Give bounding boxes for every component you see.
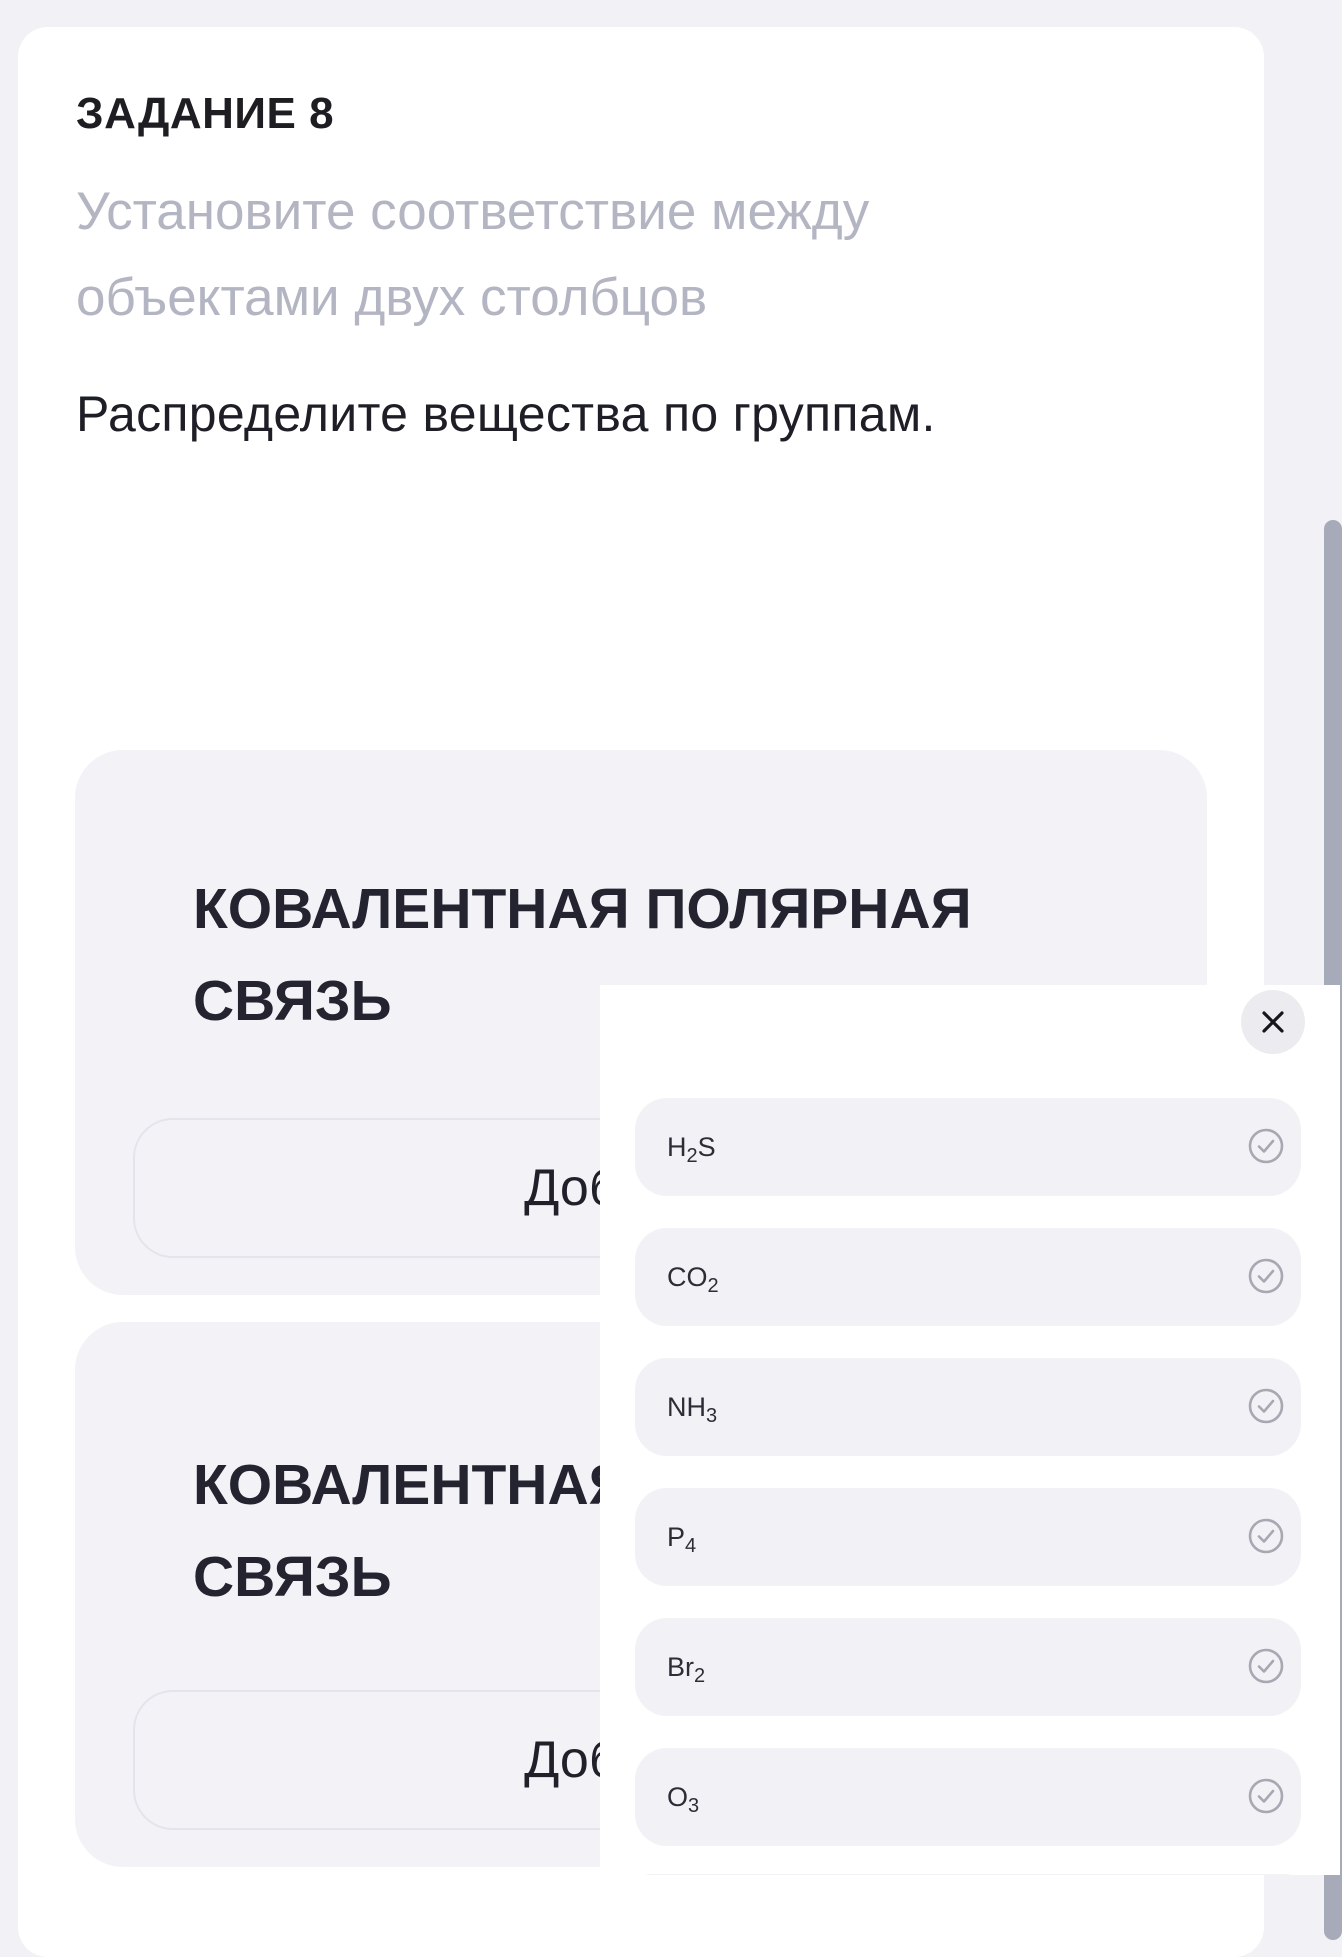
- substance-formula: P4: [667, 1522, 697, 1557]
- check-circle-icon: [1248, 1388, 1284, 1424]
- task-instruction: Установите соответствие между объектами …: [76, 182, 870, 327]
- task-number: ЗАДАНИЕ 8: [76, 89, 335, 138]
- substance-formula: NH3: [667, 1392, 718, 1427]
- next-option-peek: [635, 1874, 1301, 1875]
- check-circle-icon: [1248, 1778, 1284, 1814]
- substance-option[interactable]: CO2: [635, 1228, 1301, 1326]
- check-circle-icon: [1248, 1128, 1284, 1164]
- substance-option[interactable]: O3: [635, 1748, 1301, 1846]
- substance-formula: H2S: [667, 1132, 716, 1167]
- close-icon: [1262, 1011, 1284, 1033]
- check-circle-icon: [1248, 1648, 1284, 1684]
- task-prompt: Распределите вещества по группам.: [76, 386, 936, 442]
- substance-formula: CO2: [667, 1262, 719, 1297]
- substance-picker-popup: H2S CO2 NH3 P4 Br2 O3: [600, 985, 1340, 1875]
- check-circle-icon: [1248, 1518, 1284, 1554]
- substance-option[interactable]: Br2: [635, 1618, 1301, 1716]
- substance-formula: Br2: [667, 1652, 706, 1687]
- check-circle-icon: [1248, 1258, 1284, 1294]
- substance-formula: O3: [667, 1782, 700, 1817]
- substance-option[interactable]: NH3: [635, 1358, 1301, 1456]
- substance-option[interactable]: H2S: [635, 1098, 1301, 1196]
- close-button[interactable]: [1241, 990, 1305, 1054]
- substance-option[interactable]: P4: [635, 1488, 1301, 1586]
